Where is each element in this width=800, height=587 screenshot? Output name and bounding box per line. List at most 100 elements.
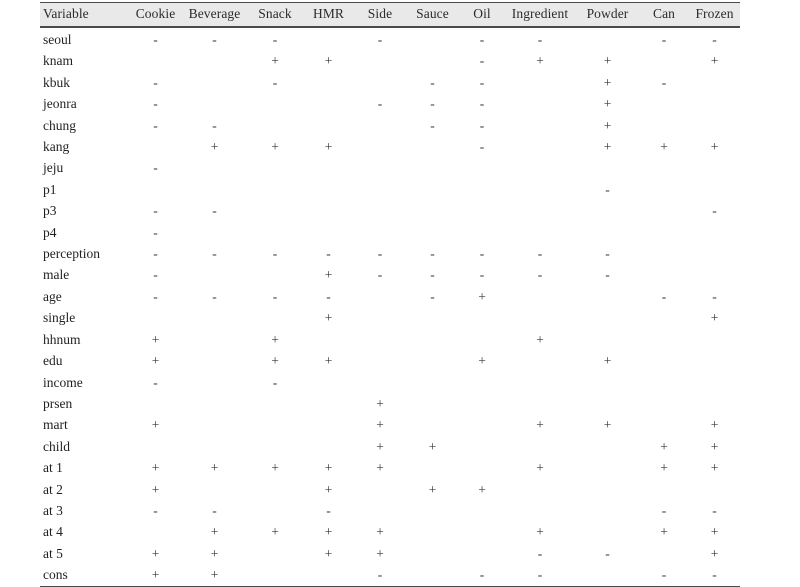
- sign-cell: [181, 307, 248, 328]
- sign-cell: +: [324, 310, 333, 326]
- sign-cell: [639, 350, 689, 371]
- sign-cell: [181, 479, 248, 500]
- sign-cell: -: [537, 267, 543, 283]
- sign-cell: [639, 115, 689, 136]
- table-row: cons + + - - - - -: [40, 564, 740, 587]
- sign-cell: [460, 372, 504, 393]
- sign-cell: +: [660, 139, 668, 155]
- sign-cell: [130, 393, 181, 414]
- column-header-snack: Snack: [248, 2, 302, 28]
- sign-cell: -: [377, 96, 383, 112]
- sign-cell: +: [710, 524, 719, 540]
- sign-cell: [576, 393, 639, 414]
- sign-cell: [689, 93, 740, 114]
- variable-name-cell: at 2: [43, 481, 63, 497]
- sign-cell: +: [376, 417, 384, 433]
- sign-cell: [302, 222, 355, 243]
- sign-cell: [405, 50, 460, 71]
- sign-cell: +: [536, 417, 544, 433]
- sign-cell: [576, 521, 639, 542]
- sign-cell: [405, 350, 460, 371]
- sign-cell: [576, 329, 639, 350]
- sign-cell: +: [271, 139, 279, 155]
- sign-cell: [504, 93, 576, 114]
- table-row: age - - - - - + - -: [40, 286, 740, 307]
- sign-cell: [130, 179, 181, 200]
- table-row: p1 -: [40, 179, 740, 200]
- sign-cell: [460, 500, 504, 521]
- sign-cell: +: [603, 96, 612, 112]
- table-row: prsen +: [40, 393, 740, 414]
- sign-cell: +: [130, 564, 181, 587]
- sign-cell: [355, 350, 405, 371]
- sign-cell: +: [151, 353, 160, 369]
- sign-cell: -: [153, 160, 158, 176]
- sign-cell: +: [660, 460, 668, 476]
- sign-cell: -: [712, 32, 717, 47]
- variable-name-cell: prsen: [43, 395, 73, 411]
- sign-cell: -: [537, 32, 543, 47]
- sign-cell: [405, 307, 460, 328]
- sign-cell: [130, 50, 181, 71]
- sign-cell: [248, 414, 302, 435]
- table-row: p3 - - -: [40, 200, 740, 221]
- table-row: kbuk - - - - + -: [40, 72, 740, 93]
- sign-cell: [355, 50, 405, 71]
- sign-cell: -: [212, 32, 217, 47]
- sign-cell: -: [712, 502, 717, 518]
- variable-name-cell: chung: [43, 117, 76, 133]
- column-header-ingredient: Ingredient: [504, 2, 576, 28]
- sign-cell: [181, 372, 248, 393]
- sign-cell: +: [478, 288, 486, 304]
- sign-cell: +: [181, 564, 248, 587]
- sign-cell: [248, 179, 302, 200]
- sign-cell: +: [151, 481, 160, 497]
- sign-cell: [130, 307, 181, 328]
- sign-cell: [576, 157, 639, 178]
- table-row: hhnum + + +: [40, 329, 740, 350]
- table-row: male - + - - - - -: [40, 264, 740, 285]
- variable-name-cell: seoul: [43, 32, 72, 47]
- sign-cell: -: [430, 96, 435, 112]
- sign-cell: [504, 436, 576, 457]
- sign-cell: -: [661, 32, 667, 47]
- sign-cell: [460, 414, 504, 435]
- sign-cell: [181, 414, 248, 435]
- sign-cell: [460, 521, 504, 542]
- variable-name-cell: p3: [43, 203, 57, 219]
- sign-cell: [181, 72, 248, 93]
- table-row: at 1 + + + + + + + +: [40, 457, 740, 478]
- sign-cell: -: [272, 288, 278, 304]
- variable-name-cell: at 4: [43, 524, 63, 540]
- sign-cell: -: [460, 564, 504, 587]
- variable-significance-table: Variable Cookie Beverage Snack HMR Side Sauce O…: [40, 2, 740, 587]
- sign-cell: -: [689, 564, 740, 587]
- sign-cell: [576, 27, 639, 50]
- sign-cell: +: [210, 524, 219, 540]
- sign-cell: [181, 50, 248, 71]
- sign-cell: [181, 179, 248, 200]
- sign-cell: -: [479, 139, 485, 155]
- sign-cell: [405, 222, 460, 243]
- table-row: knam + + - + + +: [40, 50, 740, 71]
- column-header-can: Can: [639, 2, 689, 28]
- sign-cell: -: [212, 502, 217, 518]
- sign-cell: [689, 329, 740, 350]
- sign-cell: [405, 564, 460, 587]
- sign-cell: -: [212, 246, 217, 262]
- sign-cell: +: [710, 417, 719, 433]
- sign-cell: [130, 436, 181, 457]
- table-row: jeju -: [40, 157, 740, 178]
- sign-cell: -: [153, 224, 158, 240]
- sign-cell: +: [271, 331, 279, 347]
- table-row: at 2 + + + +: [40, 479, 740, 500]
- sign-cell: [181, 93, 248, 114]
- sign-cell: [181, 350, 248, 371]
- table-row: at 5 + + + + - - +: [40, 543, 740, 564]
- sign-cell: -: [712, 288, 717, 304]
- table-row: at 3 - - - - -: [40, 500, 740, 521]
- sign-cell: [248, 564, 302, 587]
- sign-cell: [248, 200, 302, 221]
- sign-cell: [639, 243, 689, 264]
- significance-table-container: Variable Cookie Beverage Snack HMR Side Sauce O…: [40, 2, 740, 587]
